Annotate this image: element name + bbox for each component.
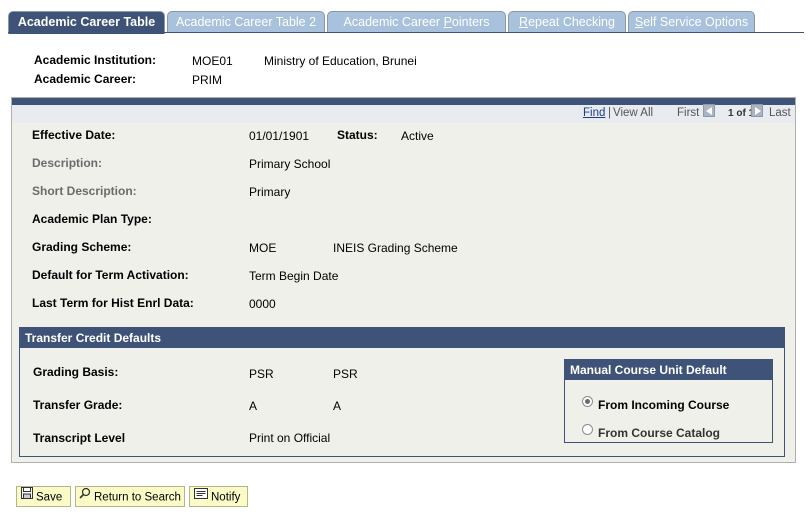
transfer-grade-label: Transfer Grade: <box>33 398 123 412</box>
box-nav-bar: Find | View All First 1 of 1 Last <box>12 104 795 123</box>
next-row-icon[interactable] <box>751 104 763 117</box>
return-to-search-label: Return to Search <box>94 491 181 504</box>
tab-academic-career-table-2[interactable]: Academic Career Table 2 <box>167 11 325 33</box>
tab-label: ointers <box>451 15 490 29</box>
institution-label: Academic Institution: <box>34 53 157 67</box>
status-value: Active <box>401 129 434 143</box>
box-header-bar <box>12 98 795 105</box>
notify-button[interactable]: Notify <box>189 486 248 507</box>
last-term-hist-value: 0000 <box>249 297 276 311</box>
transfer-grade-code: A <box>249 399 258 413</box>
description-label: Description: <box>32 156 103 170</box>
short-description-value: Primary <box>249 185 291 199</box>
save-label: Save <box>36 491 63 504</box>
first-label[interactable]: First <box>677 107 699 119</box>
effective-date-value: 01/01/1901 <box>249 129 310 143</box>
description-value: Primary School <box>249 157 331 171</box>
save-icon <box>21 487 33 506</box>
from-incoming-course-label: From Incoming Course <box>598 398 730 412</box>
tab-academic-career-table[interactable]: Academic Career Table <box>8 11 165 34</box>
tab-repeat-checking[interactable]: Repeat Checking <box>508 11 626 33</box>
notify-label: Notify <box>211 491 241 504</box>
tab-bottom-rule <box>8 32 804 33</box>
grading-basis-code: PSR <box>249 367 274 381</box>
last-term-hist-label: Last Term for Hist Enrl Data: <box>32 296 194 310</box>
from-course-catalog-label: From Course Catalog <box>598 426 721 440</box>
tab-label: epeat Checking <box>528 15 615 29</box>
tab-label-accesskey: P <box>443 15 452 29</box>
institution-name: Ministry of Education, Brunei <box>264 54 417 68</box>
tab-label: Academic Career Table 2 <box>175 15 317 29</box>
status-label: Status: <box>337 128 378 142</box>
transcript-level-value: Print on Official <box>249 431 331 445</box>
nav-separator: | <box>608 107 611 119</box>
tab-label-accesskey: S <box>634 15 644 29</box>
career-code: PRIM <box>192 73 222 87</box>
tab-self-service-options[interactable]: Self Service Options <box>628 11 755 33</box>
last-label[interactable]: Last <box>769 107 791 119</box>
transcript-level-label: Transcript Level <box>33 431 126 445</box>
find-link[interactable]: Find <box>583 107 605 119</box>
grading-basis-label: Grading Basis: <box>33 365 119 379</box>
view-all-link[interactable]: View All <box>613 107 653 119</box>
institution-code: MOE01 <box>192 54 233 68</box>
grading-basis-desc: PSR <box>333 367 358 381</box>
grading-scheme-name: INEIS Grading Scheme <box>333 241 458 255</box>
tab-label: Academic Career Table <box>17 15 156 29</box>
academic-plan-type-label: Academic Plan Type: <box>32 212 152 226</box>
magnifier-icon <box>79 487 91 506</box>
tab-label: elf Service Options <box>643 15 749 29</box>
career-label: Academic Career: <box>34 72 137 86</box>
manual-course-unit-default-title: Manual Course Unit Default <box>565 360 772 380</box>
effective-date-label: Effective Date: <box>32 128 116 142</box>
previous-row-icon[interactable] <box>703 104 715 117</box>
tab-label: Academic Career <box>343 15 444 29</box>
from-course-catalog-radio[interactable] <box>582 424 593 435</box>
from-incoming-course-radio[interactable] <box>582 396 593 407</box>
notify-icon <box>194 487 208 506</box>
tab-academic-career-pointers[interactable]: Academic Career Pointers <box>327 11 506 33</box>
grading-scheme-label: Grading Scheme: <box>32 240 132 254</box>
tab-label-accesskey: R <box>519 15 529 29</box>
return-to-search-button[interactable]: Return to Search <box>75 486 185 507</box>
grading-scheme-code: MOE <box>249 241 277 255</box>
default-term-activation-value: Term Begin Date <box>249 269 339 283</box>
default-term-activation-label: Default for Term Activation: <box>32 268 189 282</box>
save-button[interactable]: Save <box>16 486 71 507</box>
short-description-label: Short Description: <box>32 184 137 198</box>
transfer-credit-defaults-title: Transfer Credit Defaults <box>20 328 784 348</box>
transfer-grade-desc: A <box>333 399 342 413</box>
